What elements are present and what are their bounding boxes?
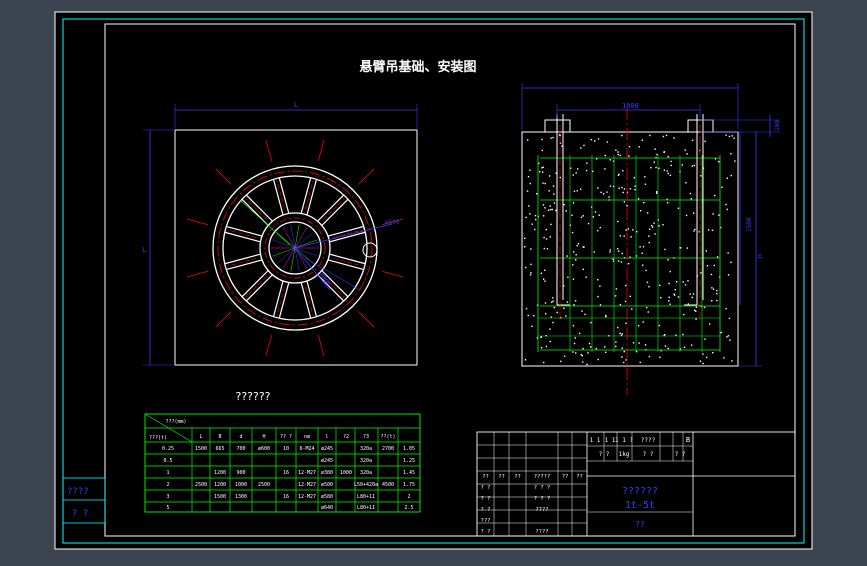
spec-cell: 2500 [195,482,207,488]
weight-cell: ? ? [675,451,686,458]
tb-left-cell: ?? [562,474,569,480]
spec-header: l [325,434,328,440]
spec-cell: ø500 [321,482,333,488]
spec-cell: 16 [283,494,289,500]
left-stamp-top: ???? [67,487,89,497]
left-stamp-bottom: ? ? [72,509,88,519]
spec-cell: 16 [283,470,289,476]
spec-cell: 2 [166,482,169,488]
spec-header: ?? ? [280,434,292,440]
spec-cell: 1.75 [403,482,415,488]
spec-cell: L50+420a [354,482,378,488]
spec-cell: 320a [360,458,372,464]
section-side-label: H [757,254,764,258]
spec-cell: 1300 [235,494,247,500]
spec-cell: 10 [283,446,289,452]
tb-left-cell: ? ? [481,485,491,491]
bolt-dia-label: ø500 [385,219,400,226]
tb-left-cell: ? ? ? [534,485,551,491]
spec-cell: 4500 [382,482,394,488]
spec-diag-bottom: ???(t) [149,435,167,441]
drawing-code: 1t-5t [625,500,655,511]
tb-left-cell: ????? [534,474,551,480]
weight-cell: ? ? [599,451,610,458]
spec-cell: 2 [407,494,410,500]
weight-cell: ? ? [643,451,654,458]
tb-left-cell: ???? [535,507,548,513]
spec-header: d [239,434,242,440]
drawing-title: 悬臂吊基础、安装图 [359,59,476,75]
spec-cell: ø245 [321,458,333,464]
scale-cell: ???? [641,437,656,444]
spec-cell: L80+11 [357,494,375,500]
spec-cell: 1.25 [403,458,415,464]
spec-cell: 2.5 [404,505,413,511]
spec-cell: 900 [236,470,245,476]
section-outline [521,131,739,367]
section-top-label: 100 [774,120,781,131]
scale-cell: 1 1 [590,437,601,444]
spec-cell: 1.05 [403,446,415,452]
spec-cell: 1000 [340,470,352,476]
spec-cell: 12-M27 [298,470,316,476]
spec-cell: ø580 [321,494,333,500]
dim-side-label: L [142,246,146,254]
dim-top-label: L [294,101,298,109]
spec-header: B [218,434,221,440]
spec-cell: 12-M27 [298,482,316,488]
spec-cell: 6-M24 [299,446,314,452]
scale-cell: 1 1 ? [615,437,633,444]
tb-left-cell: ?? [498,474,505,480]
tb-left-cell: ?? [514,474,521,480]
cad-drawing[interactable]: ???? ? ? 悬臂吊基础、安装图 L L ø500 ø800 ?????? [0,0,867,562]
tb-left-cell: ? ? ? [534,496,551,502]
rev-sheet: B [686,436,690,444]
spec-cell: 2700 [382,446,394,452]
spec-cell: 0.25 [162,446,174,452]
spec-diag-top: ???(mm) [165,419,186,425]
spec-header: nø [304,434,310,440]
spec-cell: 2500 [258,482,270,488]
spec-header: H [262,434,265,440]
spec-cell: 1 [166,470,169,476]
spec-cell: 700 [236,446,245,452]
spec-cell: 3 [166,494,169,500]
tb-left-cell: ? ? [481,496,491,502]
cad-viewport[interactable]: ???? ? ? 悬臂吊基础、安装图 L L ø500 ø800 ?????? [0,0,867,562]
spec-header: ?3 [363,434,369,440]
spec-cell: 1000 [235,482,247,488]
plan-subtitle: ?????? [235,390,270,403]
spec-header: L [199,434,202,440]
tb-left-cell: ?? [482,474,489,480]
company-name: ?? [635,520,645,529]
spec-header: ??(t) [380,434,395,440]
spec-cell: 1500 [195,446,207,452]
section-width-label: 1000 [622,102,639,110]
spec-cell: 12-M27 [298,494,316,500]
spec-cell: 1500 [214,494,226,500]
tb-left-cell: ??? [481,518,491,524]
tb-left-cell: ? ? [481,507,491,513]
spec-cell: ø380 [321,470,333,476]
spec-header: ?2 [343,434,349,440]
drawing-name: ?????? [622,486,658,497]
tb-left-cell: ? ? [481,529,491,535]
tb-left-cell: ???? [535,529,548,535]
spec-cell: 5 [166,505,169,511]
weight-cell: 1kg [619,451,630,458]
spec-cell: 1.45 [403,470,415,476]
spec-cell: 0.5 [163,458,172,464]
spec-cell: 320a [360,446,372,452]
tb-left-cell: ?? [576,474,583,480]
spec-cell: 320a [360,470,372,476]
spec-cell: 1200 [214,470,226,476]
spec-cell: L80+11 [357,505,375,511]
spec-cell: 1200 [214,482,226,488]
spec-cell: ø245 [321,446,333,452]
section-height-label: 1500 [746,217,753,232]
spec-cell: ø640 [321,505,333,511]
spec-cell: 665 [215,446,224,452]
spec-cell: ø600 [258,446,270,452]
